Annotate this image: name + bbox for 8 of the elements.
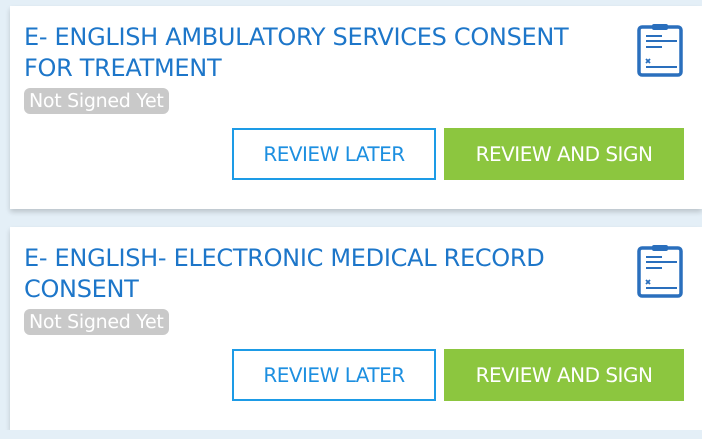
document-title[interactable]: E- ENGLISH- ELECTRONIC MEDICAL RECORD CONSENT (24, 243, 584, 305)
review-later-button[interactable]: REVIEW LATER (232, 128, 436, 180)
clipboard-icon (636, 243, 684, 299)
review-later-button[interactable]: REVIEW LATER (232, 349, 436, 401)
review-and-sign-button[interactable]: REVIEW AND SIGN (444, 128, 684, 180)
clipboard-icon (636, 22, 684, 78)
review-and-sign-button[interactable]: REVIEW AND SIGN (444, 349, 684, 401)
document-title[interactable]: E- ENGLISH AMBULATORY SERVICES CONSENT FOR TREATMENT (24, 22, 584, 84)
